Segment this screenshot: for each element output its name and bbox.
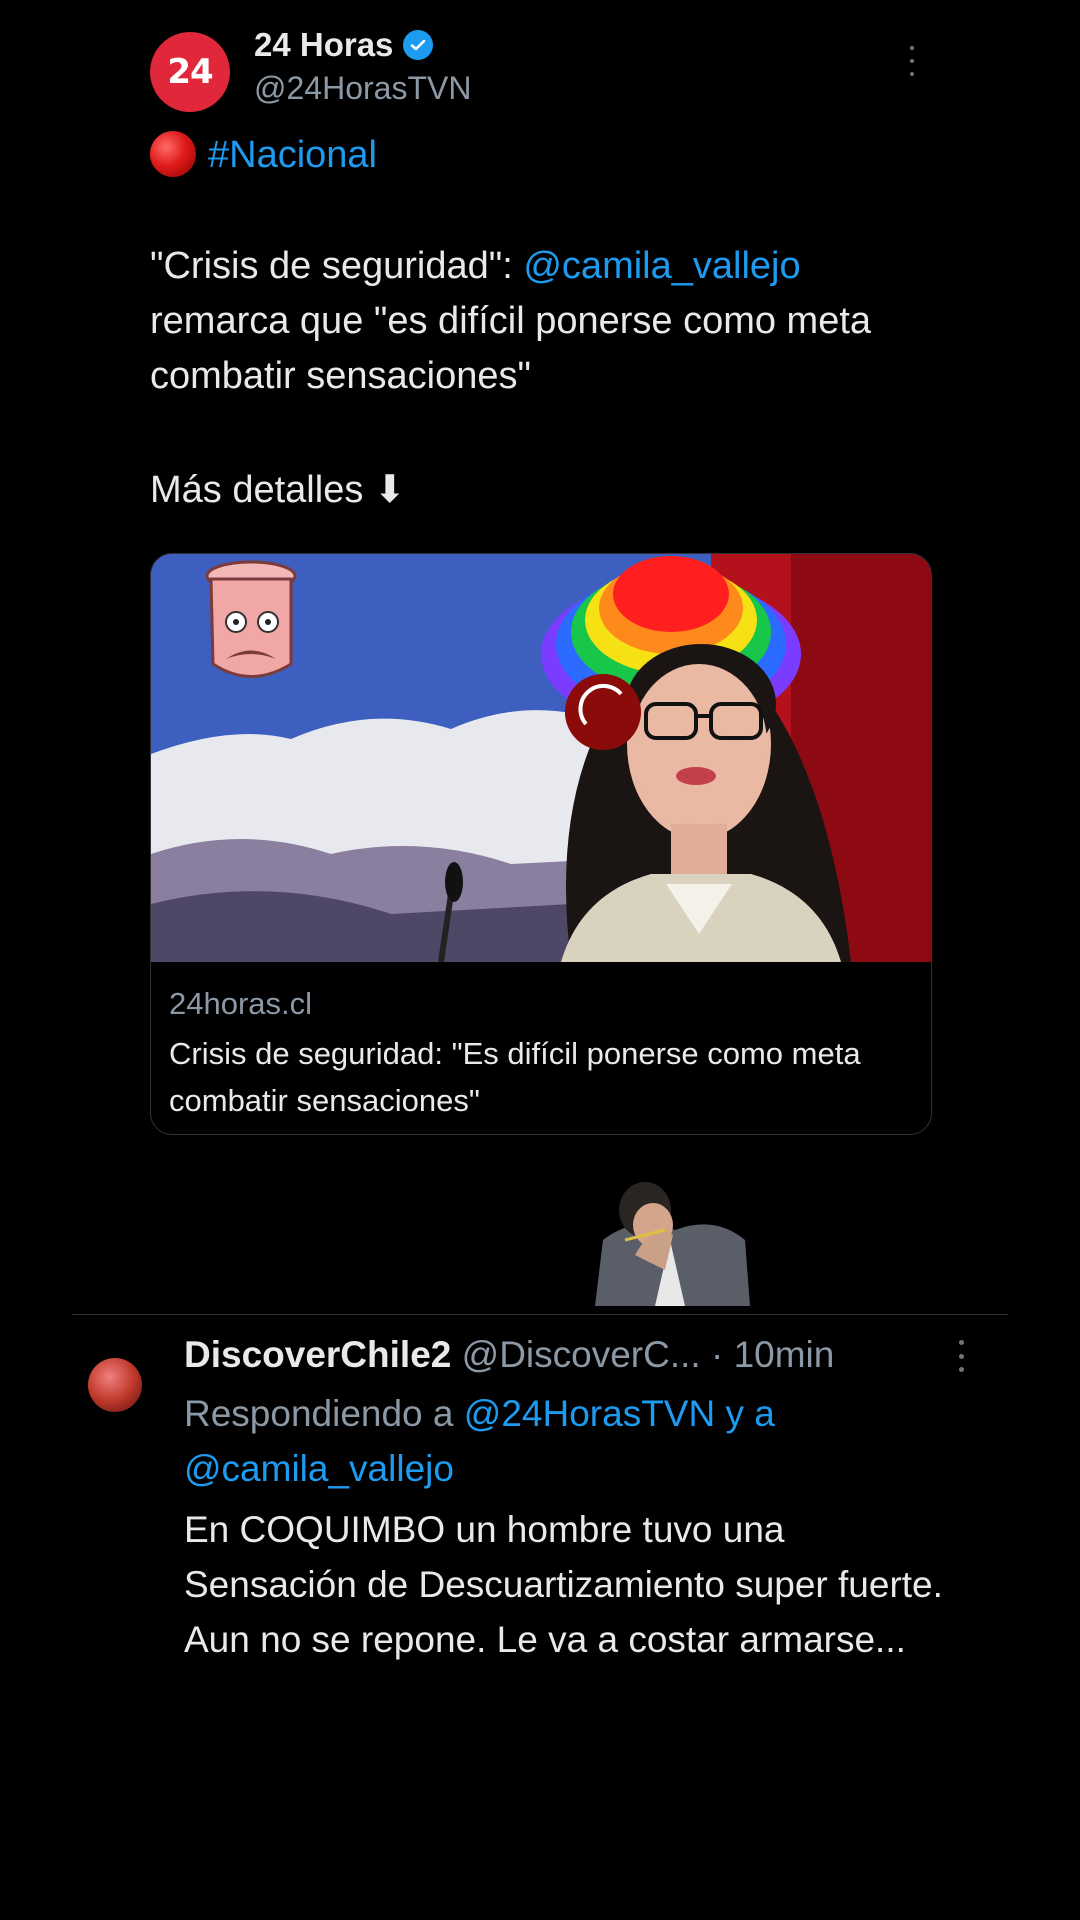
author-handle[interactable]: @24HorasTVN bbox=[254, 70, 471, 107]
display-name-text: 24 Horas bbox=[254, 26, 394, 63]
author-display-name[interactable]: 24 Horas bbox=[254, 26, 434, 64]
reply-time: · 10min bbox=[710, 1334, 835, 1375]
avatar-text: 24 bbox=[167, 52, 213, 92]
replying-join: y a bbox=[715, 1393, 775, 1434]
author-avatar[interactable]: 24 bbox=[150, 32, 230, 112]
tweet-body: "Crisis de seguridad": @camila_vallejo r… bbox=[150, 239, 930, 404]
reply-header: DiscoverChile2 @DiscoverC... · 10min bbox=[184, 1332, 834, 1378]
mention-link[interactable]: @camila_vallejo bbox=[523, 245, 800, 287]
reply-handle[interactable]: @DiscoverC... bbox=[462, 1334, 701, 1375]
reply-text: En COQUIMBO un hombre tuvo una Sensación… bbox=[184, 1509, 943, 1660]
reply-more-options-icon[interactable] bbox=[955, 1340, 967, 1372]
more-options-icon[interactable] bbox=[906, 46, 918, 76]
card-image[interactable] bbox=[151, 554, 931, 962]
more-details-text: Más detalles ⬇ bbox=[150, 469, 406, 511]
link-preview-card[interactable]: 24horas.cl Crisis de seguridad: "Es difí… bbox=[150, 553, 932, 1135]
tweet-text-rest: remarca que "es difícil ponerse como met… bbox=[150, 300, 872, 397]
tweet-text-quote: "Crisis de seguridad": bbox=[150, 245, 524, 287]
hashtag-link[interactable]: #Nacional bbox=[208, 134, 377, 176]
card-title: Crisis de seguridad: "Es difícil ponerse… bbox=[169, 1036, 861, 1118]
replying-to-line: Respondiendo a @24HorasTVN y a @camila_v… bbox=[184, 1386, 944, 1496]
verified-badge-icon bbox=[403, 30, 434, 60]
card-illustration bbox=[151, 554, 931, 962]
replying-prefix: Respondiendo a bbox=[184, 1393, 464, 1434]
replying-mention-camila[interactable]: @camila_vallejo bbox=[184, 1448, 454, 1489]
facepalm-sticker bbox=[595, 1182, 750, 1306]
red-ball-emoji bbox=[150, 131, 196, 177]
hashtag-line: #Nacional bbox=[150, 128, 930, 183]
reply-display-name[interactable]: DiscoverChile2 bbox=[184, 1334, 451, 1375]
reply-avatar[interactable] bbox=[88, 1358, 142, 1412]
card-domain: 24horas.cl bbox=[169, 986, 313, 1021]
replying-mention-24horas[interactable]: @24HorasTVN bbox=[464, 1393, 715, 1434]
thread-divider bbox=[72, 1314, 1008, 1315]
